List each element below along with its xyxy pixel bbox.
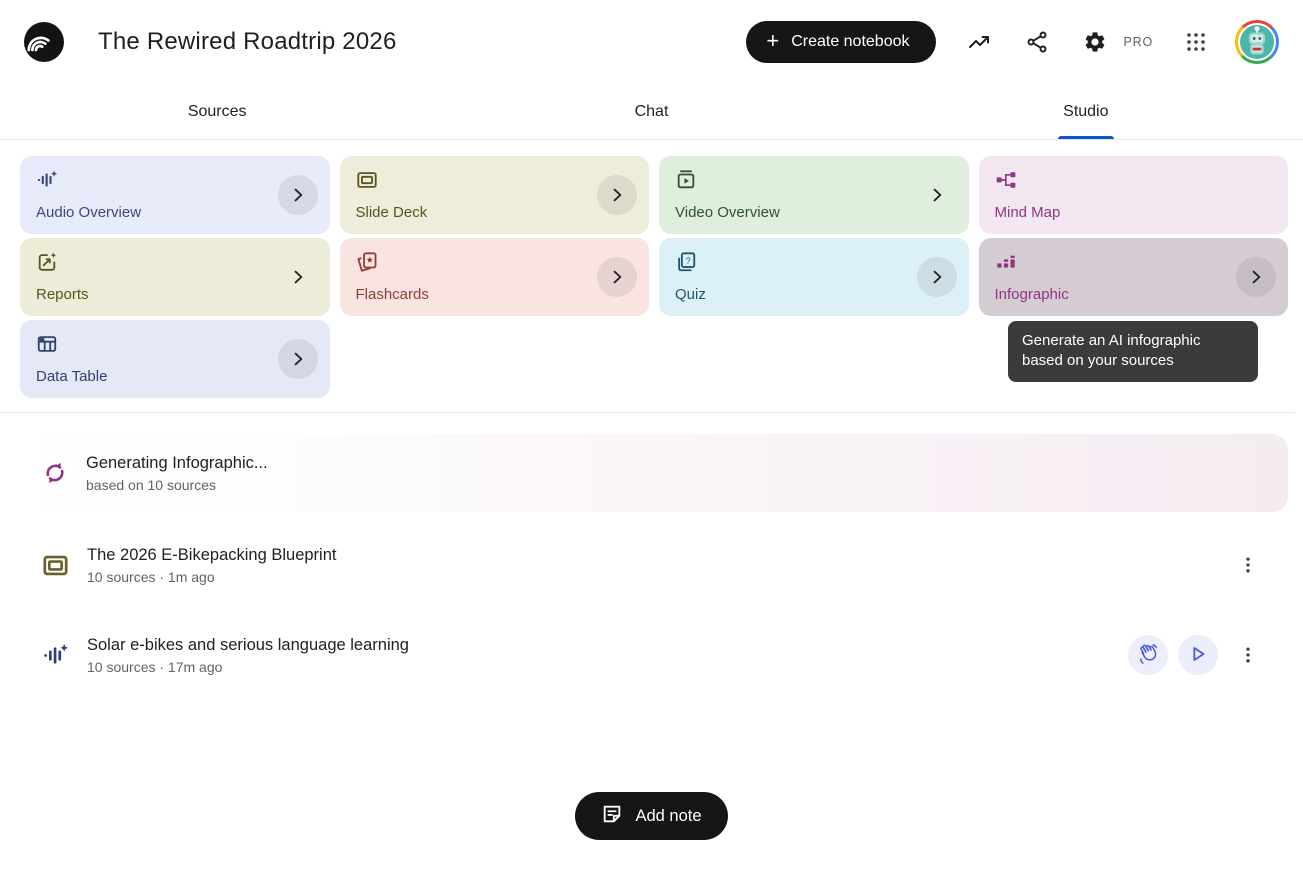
list-item-title: The 2026 E-Bikepacking Blueprint <box>87 546 336 565</box>
list-item-subtitle: based on 10 sources <box>86 477 268 493</box>
studio-card-quiz[interactable]: ? Quiz <box>659 238 969 316</box>
tab-chat[interactable]: Chat <box>434 84 868 139</box>
header: The Rewired Roadtrip 2026 + Create noteb… <box>0 0 1303 84</box>
flashcards-icon <box>356 251 378 273</box>
row-actions <box>1228 545 1288 585</box>
more-options-icon[interactable] <box>1234 635 1262 675</box>
data-table-icon <box>36 333 58 355</box>
studio-card-mind-map[interactable]: Mind Map <box>979 156 1289 234</box>
card-label: Flashcards <box>356 286 634 303</box>
add-note-button[interactable]: Add note <box>575 792 727 840</box>
apps-grid-icon[interactable] <box>1183 29 1209 55</box>
tab-studio[interactable]: Studio <box>869 84 1303 139</box>
list-item-audio-overview[interactable]: Solar e-bikes and serious language learn… <box>20 618 1288 692</box>
card-label: Mind Map <box>995 204 1273 221</box>
list-item-text: The 2026 E-Bikepacking Blueprint 10 sour… <box>87 546 336 585</box>
studio-card-data-table[interactable]: Data Table <box>20 320 330 398</box>
notebooklm-studio-page: The Rewired Roadtrip 2026 + Create noteb… <box>0 0 1303 887</box>
list-item-text: Solar e-bikes and serious language learn… <box>87 636 409 675</box>
slide-deck-icon <box>42 552 69 579</box>
interactive-mode-button[interactable] <box>1128 635 1168 675</box>
list-item-subtitle: 10 sources · 17m ago <box>87 659 409 675</box>
settings-gear-icon[interactable] <box>1082 29 1108 55</box>
studio-card-slide-deck[interactable]: Slide Deck <box>340 156 650 234</box>
svg-text:?: ? <box>685 256 690 266</box>
create-notebook-button[interactable]: + Create notebook <box>746 21 935 63</box>
tab-chat-label: Chat <box>635 103 669 121</box>
quiz-icon: ? <box>675 251 697 273</box>
studio-card-infographic[interactable]: Infographic <box>979 238 1289 316</box>
notebook-title[interactable]: The Rewired Roadtrip 2026 <box>98 28 397 56</box>
card-label: Data Table <box>36 368 314 385</box>
card-label: Reports <box>36 286 314 303</box>
avatar-image <box>1238 23 1276 61</box>
card-label: Audio Overview <box>36 204 314 221</box>
slide-deck-icon <box>356 169 378 191</box>
card-label: Video Overview <box>675 204 953 221</box>
tab-sources[interactable]: Sources <box>0 84 434 139</box>
studio-card-reports[interactable]: Reports <box>20 238 330 316</box>
tab-sources-label: Sources <box>188 103 247 121</box>
list-item-generating-infographic[interactable]: Generating Infographic... based on 10 so… <box>20 434 1288 512</box>
video-overview-icon <box>675 169 697 191</box>
play-audio-button[interactable] <box>1178 635 1218 675</box>
studio-output-list: Generating Infographic... based on 10 so… <box>0 434 1303 692</box>
card-label: Quiz <box>675 286 953 303</box>
chevron-right-icon[interactable] <box>278 175 318 215</box>
row-actions <box>1128 635 1288 675</box>
generating-spinner-icon <box>42 460 68 486</box>
notebooklm-logo[interactable] <box>24 22 64 62</box>
studio-card-audio-overview[interactable]: Audio Overview <box>20 156 330 234</box>
report-sparkle-icon <box>36 251 58 273</box>
chevron-right-icon[interactable] <box>278 339 318 379</box>
user-avatar[interactable] <box>1235 20 1279 64</box>
infographic-bars-icon <box>995 251 1017 273</box>
audio-waveform-sparkle-icon <box>42 642 69 669</box>
pro-badge: PRO <box>1124 35 1154 49</box>
plus-icon: + <box>766 30 779 52</box>
chevron-right-icon[interactable] <box>597 257 637 297</box>
footer: Add note <box>0 792 1303 840</box>
list-item-title: Generating Infographic... <box>86 454 268 473</box>
waving-hand-icon <box>1137 643 1159 668</box>
chevron-right-icon[interactable] <box>597 175 637 215</box>
panel-tabs: Sources Chat Studio <box>0 84 1303 140</box>
tab-active-underline <box>1058 136 1114 139</box>
section-divider <box>0 412 1295 413</box>
chevron-right-icon[interactable] <box>917 175 957 215</box>
card-label: Slide Deck <box>356 204 634 221</box>
add-note-label: Add note <box>635 807 701 826</box>
tooltip-line-2: based on your sources <box>1022 351 1244 371</box>
create-notebook-label: Create notebook <box>791 33 909 51</box>
list-item-subtitle: 10 sources · 1m ago <box>87 569 336 585</box>
infographic-tooltip: Generate an AI infographic based on your… <box>1008 321 1258 382</box>
chevron-right-icon[interactable] <box>1236 257 1276 297</box>
share-icon[interactable] <box>1024 29 1050 55</box>
chevron-right-icon[interactable] <box>917 257 957 297</box>
card-label: Infographic <box>995 286 1273 303</box>
tab-studio-label: Studio <box>1063 103 1108 121</box>
audio-waveform-sparkle-icon <box>36 169 58 191</box>
play-icon <box>1187 643 1209 668</box>
chevron-right-icon[interactable] <box>278 257 318 297</box>
list-item-title: Solar e-bikes and serious language learn… <box>87 636 409 655</box>
list-item-text: Generating Infographic... based on 10 so… <box>86 454 268 493</box>
more-options-icon[interactable] <box>1234 545 1262 585</box>
note-icon <box>601 803 623 830</box>
tooltip-line-1: Generate an AI infographic <box>1022 331 1244 351</box>
studio-card-video-overview[interactable]: Video Overview <box>659 156 969 234</box>
studio-card-flashcards[interactable]: Flashcards <box>340 238 650 316</box>
mind-map-icon <box>995 169 1017 191</box>
trending-up-icon[interactable] <box>966 29 992 55</box>
header-actions: + Create notebook PRO <box>746 20 1279 64</box>
list-item-slide-deck[interactable]: The 2026 E-Bikepacking Blueprint 10 sour… <box>20 528 1288 602</box>
